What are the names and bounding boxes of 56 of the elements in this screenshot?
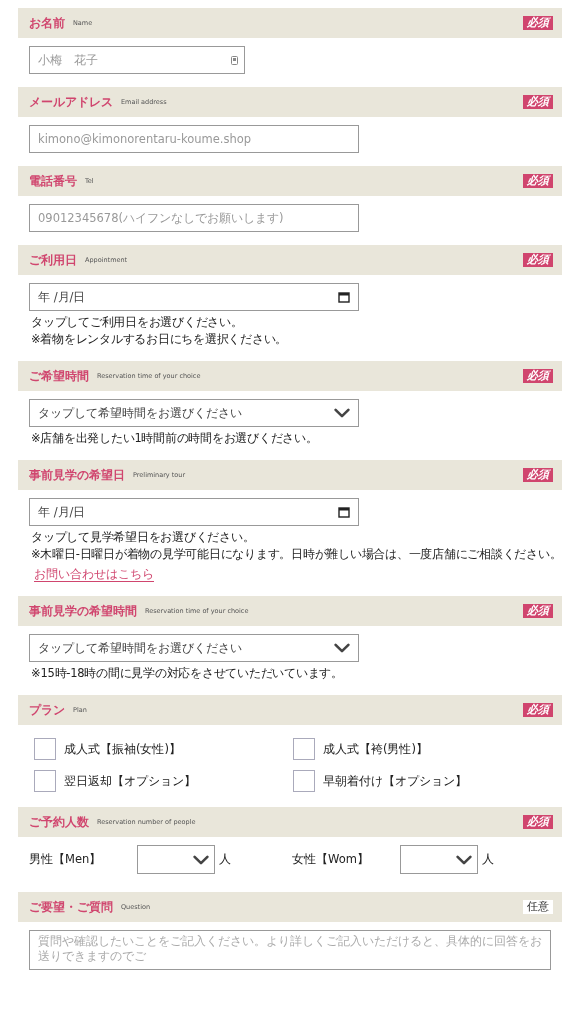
hint-text: タップしてご利用日をお選びください。 [30,314,244,331]
section-title: プラン [29,702,65,718]
checkbox[interactable] [34,770,56,792]
hint-text: タップして見学希望日をお選びください。 [30,529,256,546]
required-badge: 必須 [523,174,553,188]
date-field[interactable]: 年 /月/日 [29,283,359,311]
section-title: お名前 [29,15,65,31]
hint-text: ※15時-18時の間に見学の対応をさせていただいています。 [30,665,344,682]
checkbox-label: 翌日返却【オプション】 [64,773,196,789]
field-label: 女性【Wom】 [292,852,370,867]
field-label: 男性【Men】 [29,852,103,867]
checkbox-label: 成人式【振袖(女性)】 [64,741,181,757]
section-title: ご希望時間 [29,368,89,384]
hint-text: ※店舗を出発したい1時間前の時間をお選びください。 [30,430,319,447]
chevron-down-icon [334,408,350,418]
required-badge: 必須 [523,16,553,30]
text-input-field[interactable]: 小梅 花子 [29,46,245,74]
count-dropdown[interactable] [137,845,215,874]
required-badge: 必須 [523,604,553,618]
text-input-field[interactable]: kimono@kimonorentaru-koume.shop [29,125,359,153]
question-textarea[interactable]: 質問や確認したいことをご記入ください。より詳しくご記入いただけると、具体的に回答をお送りできますのでご [29,930,551,970]
count-dropdown[interactable] [400,845,478,874]
required-badge: 必須 [523,468,553,482]
chevron-down-icon [193,854,209,865]
section-title: メールアドレス [29,94,113,110]
date-field[interactable]: 年 /月/日 [29,498,359,526]
section-title: 電話番号 [29,173,77,189]
checkbox[interactable] [293,738,315,760]
contact-card-icon [231,56,238,65]
unit-label: 人 [482,852,494,867]
calendar-icon [338,291,350,303]
select-dropdown[interactable]: タップして希望時間をお選びください [29,399,359,427]
required-badge: 必須 [523,369,553,383]
select-dropdown[interactable]: タップして希望時間をお選びください [29,634,359,662]
hint-text: ※着物をレンタルするお日にちを選択ください。 [30,331,289,348]
unit-label: 人 [219,852,231,867]
checkbox-label: 早朝着付け【オプション】 [323,773,467,789]
checkbox[interactable] [34,738,56,760]
hint-text: ※木曜日-日曜日が着物の見学可能日になります。日時が難しい場合は、一度店舗にご相談ください。 [30,546,562,563]
required-badge: 必須 [523,703,553,717]
section-title: ご予約人数 [29,814,89,830]
required-badge: 必須 [523,95,553,109]
section-title: ご利用日 [29,252,77,268]
contact-link[interactable]: お問い合わせはこちら [34,566,154,583]
required-badge: 必須 [523,253,553,267]
checkbox-label: 成人式【袴(男性)】 [323,741,428,757]
checkbox[interactable] [293,770,315,792]
calendar-icon [338,506,350,518]
section-title: ご要望・ご質問 [29,899,113,915]
optional-badge: 任意 [523,900,553,914]
section-title: 事前見学の希望時間 [29,603,137,619]
section-title: 事前見学の希望日 [29,467,125,483]
text-input-field[interactable]: 09012345678(ハイフンなしでお願いします) [29,204,359,232]
chevron-down-icon [456,854,472,865]
chevron-down-icon [334,643,350,653]
required-badge: 必須 [523,815,553,829]
